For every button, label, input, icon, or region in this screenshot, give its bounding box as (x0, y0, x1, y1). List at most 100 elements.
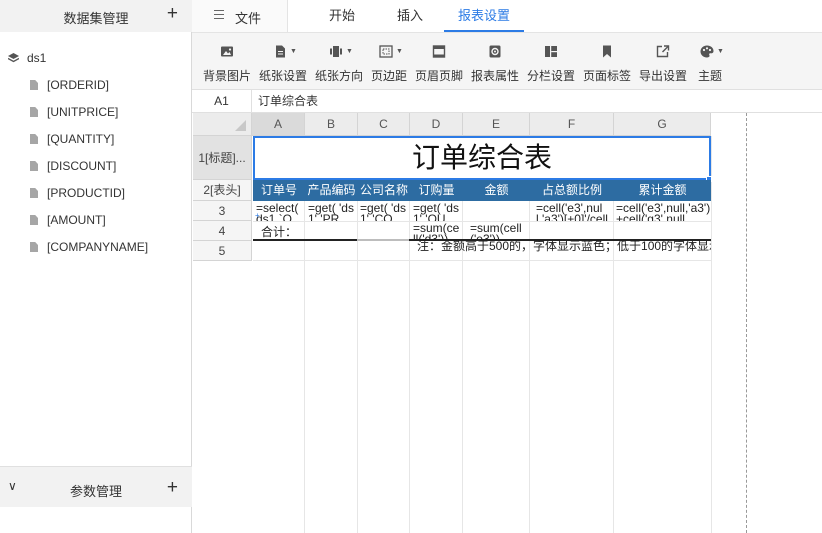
cell-a3[interactable]: =select( ds1.`O… (256, 203, 305, 221)
column-header-f[interactable]: F (530, 113, 614, 136)
formula-input[interactable]: 订单综合表 (258, 90, 318, 112)
param-panel-header: ∨ 参数管理 + (0, 466, 192, 507)
field-label: [PRODUCTID] (47, 186, 125, 200)
header-footer-button[interactable]: 页眉页脚 (412, 33, 466, 90)
field-icon (30, 215, 38, 225)
header-cell[interactable]: 累计金额 (614, 180, 711, 201)
tab-report-settings[interactable]: 报表设置 (444, 0, 524, 32)
select-all-corner[interactable] (193, 113, 252, 136)
header-cell[interactable]: 订单号 (253, 180, 305, 201)
paper-settings-button[interactable]: ▼ 纸张设置 (256, 33, 310, 90)
report-title-cell[interactable]: 订单综合表 (253, 136, 711, 180)
row-header-1[interactable]: 1[标题]... (193, 136, 252, 180)
header-cell[interactable]: 产品编码 (305, 180, 358, 201)
tab-file-label: 文件 (235, 11, 262, 26)
field-label: [QUANTITY] (47, 132, 115, 146)
cell-e4[interactable]: =sum(cell ('e3')) (470, 223, 530, 240)
param-panel-title: 参数管理 (69, 484, 122, 499)
field-label: [AMOUNT] (47, 213, 106, 227)
bookmark-icon (600, 45, 614, 58)
spreadsheet-grid[interactable]: A B C D E F G 1[标题]... 2[表头] 3 4 5 订单综合表… (193, 113, 822, 533)
dataset-panel-header: 数据集管理 + (0, 0, 192, 32)
header-footer-icon (432, 45, 446, 58)
field-item[interactable]: [PRODUCTID] (0, 180, 192, 207)
field-label: [DISCOUNT] (47, 159, 117, 173)
dataset-node-ds1[interactable]: ds1 (0, 44, 192, 72)
column-settings-button[interactable]: 分栏设置 (524, 33, 578, 90)
dropdown-caret-icon: ▼ (717, 48, 724, 55)
field-icon (30, 161, 38, 171)
field-label: [COMPANYNAME] (47, 240, 149, 254)
dataset-name: ds1 (27, 51, 47, 65)
field-list: [ORDERID] [UNITPRICE] [QUANTITY] [DISCOUNT]… (0, 72, 192, 261)
cell-d3[interactable]: =get( 'ds1','QUA… (413, 203, 462, 221)
dataset-tree: ds1 [ORDERID] [UNITPRICE] [QUANTITY] [DISCO… (0, 44, 192, 261)
cell-a4[interactable]: 合计： (261, 225, 309, 239)
header-cell[interactable]: 公司名称 (358, 180, 410, 201)
paper-icon (273, 45, 287, 58)
export-icon (656, 45, 670, 58)
header-cell[interactable]: 订购量 (410, 180, 463, 201)
field-item[interactable]: [DISCOUNT] (0, 153, 192, 180)
report-properties-button[interactable]: 报表属性 (468, 33, 522, 90)
header-cell[interactable]: 金额 (463, 180, 530, 201)
column-header-g[interactable]: G (614, 113, 711, 136)
row-header-4[interactable]: 4 (193, 221, 252, 241)
ribbon-tabs: 文件 开始 插入 报表设置 (192, 0, 822, 33)
cell-marker-icon: + (255, 211, 260, 220)
tab-file[interactable]: 文件 (192, 0, 288, 32)
row-header-5[interactable]: 5 (193, 241, 252, 261)
theme-button[interactable]: ▼ 主题 (692, 33, 728, 90)
field-item[interactable]: [UNITPRICE] (0, 99, 192, 126)
menu-icon (214, 10, 224, 21)
column-header-d[interactable]: D (410, 113, 463, 136)
page-break-line (746, 113, 747, 533)
page-margin-button[interactable]: ▼ 页边距 (368, 33, 410, 90)
background-image-button[interactable]: 背景图片 (200, 33, 254, 90)
cell-c3[interactable]: =get( 'ds1','COM… (360, 203, 409, 221)
orientation-icon (329, 45, 343, 58)
field-item[interactable]: [ORDERID] (0, 72, 192, 99)
column-header-b[interactable]: B (305, 113, 358, 136)
cell-f3[interactable]: =cell('e3',null,'a3')[+0]'/cell[+0]' (536, 203, 616, 221)
grid-line (711, 136, 712, 533)
tab-start[interactable]: 开始 (312, 0, 372, 32)
toolbar: 背景图片 ▼ 纸张设置 ▼ 纸张方向 ▼ 页边距 页眉页脚 报表属性 分栏设置 … (192, 33, 822, 90)
field-item[interactable]: [COMPANYNAME] (0, 234, 192, 261)
dropdown-caret-icon: ▼ (396, 48, 403, 55)
report-designer: 数据集管理 + ds1 [ORDERID] [UNITPRICE] [QUANTIT… (0, 0, 822, 533)
cell-e3[interactable] (465, 203, 529, 221)
add-param-button[interactable]: + (167, 478, 178, 498)
gear-icon (488, 45, 502, 58)
table-header-row: 订单号 产品编码 公司名称 订购量 金额 占总额比例 累计金额 (253, 180, 711, 201)
column-header-c[interactable]: C (358, 113, 410, 136)
cell-reference-box[interactable]: A1 (192, 90, 252, 112)
columns-icon (544, 45, 558, 58)
row-header-2[interactable]: 2[表头] (193, 180, 252, 201)
row-header-3[interactable]: 3 (193, 201, 252, 221)
tab-insert[interactable]: 插入 (380, 0, 440, 32)
cell-d4[interactable]: =sum(ce ll('d3')) (413, 223, 463, 240)
paper-orientation-button[interactable]: ▼ 纸张方向 (312, 33, 366, 90)
field-item[interactable]: [AMOUNT] (0, 207, 192, 234)
add-dataset-button[interactable]: + (167, 4, 178, 24)
column-header-a[interactable]: A (252, 113, 305, 136)
grid-line (253, 221, 711, 222)
dataset-panel-title: 数据集管理 (63, 11, 129, 26)
header-cell[interactable]: 占总额比例 (530, 180, 614, 201)
image-icon (220, 45, 234, 58)
field-icon (30, 134, 38, 144)
margin-icon (379, 45, 393, 58)
palette-icon (700, 45, 714, 58)
row4-bottom-border (357, 239, 409, 241)
cell-g3[interactable]: =cell('e3',null,'a3')+cell('g3',null (616, 203, 711, 221)
field-icon (30, 242, 38, 252)
field-label: [UNITPRICE] (47, 105, 119, 119)
column-header-e[interactable]: E (463, 113, 530, 136)
page-label-button[interactable]: 页面标签 (580, 33, 634, 90)
export-settings-button[interactable]: 导出设置 (636, 33, 690, 90)
cell-d5-note[interactable]: 注：金额高于500的，字体显示蓝色；低于100的字体显示红字 (417, 240, 711, 262)
field-item[interactable]: [QUANTITY] (0, 126, 192, 153)
cell-b3[interactable]: =get( 'ds1','PRO… (308, 203, 357, 221)
field-icon (30, 188, 38, 198)
